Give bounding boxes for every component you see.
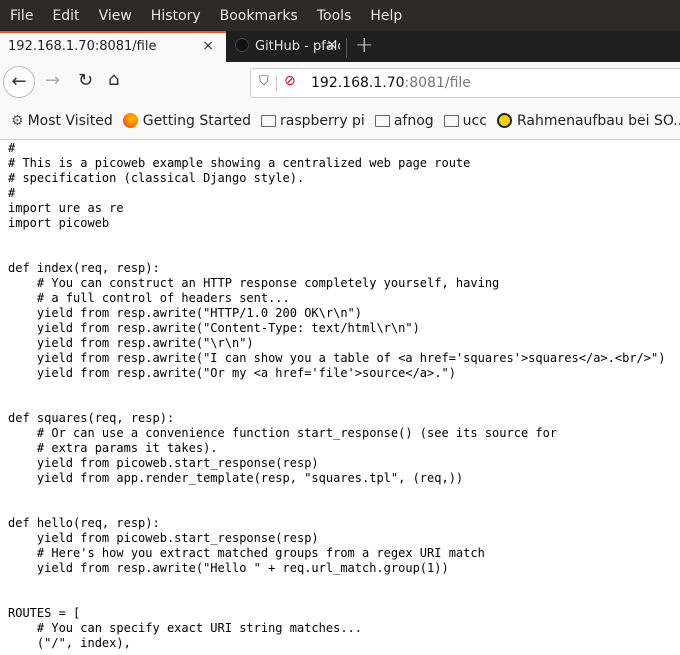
code-line: import ure as re: [8, 201, 124, 215]
menu-view[interactable]: View: [99, 8, 132, 24]
tab-active[interactable]: 192.168.1.70:8081/file ×: [0, 31, 226, 62]
firefox-icon: [122, 113, 138, 128]
bookmark-most-visited[interactable]: ⚙ Most Visited: [11, 113, 113, 129]
bookmark-label: raspberry pi: [280, 112, 365, 129]
page-source-code: # # This is a picoweb example showing a c…: [8, 141, 665, 651]
tab-separator: [346, 38, 347, 58]
site-icon: [496, 113, 512, 128]
code-line: yield from resp.awrite("Content-Type: te…: [8, 321, 420, 335]
code-line: yield from resp.awrite("I can show you a…: [8, 351, 666, 365]
code-line: yield from resp.awrite("\r\n"): [8, 336, 254, 350]
menu-help[interactable]: Help: [370, 8, 402, 24]
nav-bar: ← → ↻ ⌂ ⛉ ⊘ 192.168.1.70:8081/file: [0, 62, 680, 102]
code-line: def index(req, resp):: [8, 261, 160, 275]
code-line: def squares(req, resp):: [8, 411, 175, 425]
bookmark-raspberry-pi[interactable]: raspberry pi: [261, 113, 365, 129]
folder-icon: [374, 114, 390, 127]
code-line: # a full control of headers sent...: [8, 291, 290, 305]
code-line: # You can specify exact URI string match…: [8, 621, 363, 635]
menu-edit[interactable]: Edit: [52, 8, 79, 24]
bookmark-label: ucc: [462, 112, 487, 129]
code-line: ROUTES = [: [8, 606, 81, 620]
bookmark-label: Most Visited: [27, 112, 113, 129]
code-line: # This is a picoweb example showing a ce…: [8, 156, 471, 170]
code-line: yield from picoweb.start_response(resp): [8, 531, 319, 545]
home-button[interactable]: ⌂: [108, 69, 119, 90]
code-line: # Or can use a convenience function star…: [8, 426, 558, 440]
divider: [276, 75, 277, 91]
folder-icon: [443, 114, 459, 127]
menu-tools[interactable]: Tools: [317, 8, 352, 24]
code-line: import picoweb: [8, 216, 110, 230]
folder-icon: [261, 114, 277, 127]
code-line: def hello(req, resp):: [8, 516, 160, 530]
code-line: #: [8, 186, 16, 200]
reload-button[interactable]: ↻: [78, 70, 93, 91]
bookmark-ucc[interactable]: ucc: [443, 112, 487, 129]
new-tab-button[interactable]: +: [355, 33, 373, 58]
url-host: 192.168.1.70: [311, 75, 405, 91]
bookmark-rahmenaufbau[interactable]: Rahmenaufbau bei SO...: [496, 112, 680, 129]
shield-icon[interactable]: ⛉: [259, 74, 269, 89]
close-tab-icon[interactable]: ×: [326, 37, 338, 53]
bookmark-afnog[interactable]: afnog: [374, 112, 434, 129]
insecure-lock-icon[interactable]: ⊘: [284, 73, 296, 89]
close-tab-icon[interactable]: ×: [202, 38, 214, 54]
menu-file[interactable]: File: [10, 8, 33, 24]
code-line: # extra params it takes).: [8, 441, 218, 455]
url-bar[interactable]: ⛉ ⊘ 192.168.1.70:8081/file: [250, 68, 680, 98]
code-line: # You can construct an HTTP response com…: [8, 276, 500, 290]
menu-bar: File Edit View History Bookmarks Tools H…: [0, 0, 680, 31]
back-button[interactable]: ←: [3, 66, 35, 98]
tab-github[interactable]: GitHub - pfalcon/utemplate: [230, 31, 340, 62]
forward-button[interactable]: →: [45, 70, 60, 91]
bookmark-label: Getting Started: [142, 112, 252, 129]
bookmark-getting-started[interactable]: Getting Started: [122, 112, 252, 129]
github-icon: [235, 38, 249, 52]
bookmark-label: Rahmenaufbau bei SO...: [516, 112, 680, 129]
code-line: yield from resp.awrite("Or my <a href='f…: [8, 366, 456, 380]
bookmarks-toolbar: ⚙ Most Visited Getting Started raspberry …: [0, 102, 680, 140]
tab-title: 192.168.1.70:8081/file: [8, 39, 157, 54]
code-line: yield from app.render_template(resp, "sq…: [8, 471, 464, 485]
code-line: # Here's how you extract matched groups …: [8, 546, 485, 560]
code-line: yield from resp.awrite("HTTP/1.0 200 OK\…: [8, 306, 363, 320]
url-path: :8081/file: [404, 75, 471, 91]
code-line: yield from resp.awrite("Hello " + req.ur…: [8, 561, 449, 575]
menu-bookmarks[interactable]: Bookmarks: [220, 8, 298, 24]
tab-bar: 192.168.1.70:8081/file × GitHub - pfalco…: [0, 31, 680, 62]
bookmark-label: afnog: [393, 112, 434, 129]
code-line: yield from picoweb.start_response(resp): [8, 456, 319, 470]
code-line: #: [8, 141, 16, 155]
code-line: ("/", index),: [8, 636, 131, 650]
gear-icon: ⚙: [11, 112, 24, 129]
code-line: # specification (classical Django style)…: [8, 171, 305, 185]
menu-history[interactable]: History: [151, 8, 201, 24]
